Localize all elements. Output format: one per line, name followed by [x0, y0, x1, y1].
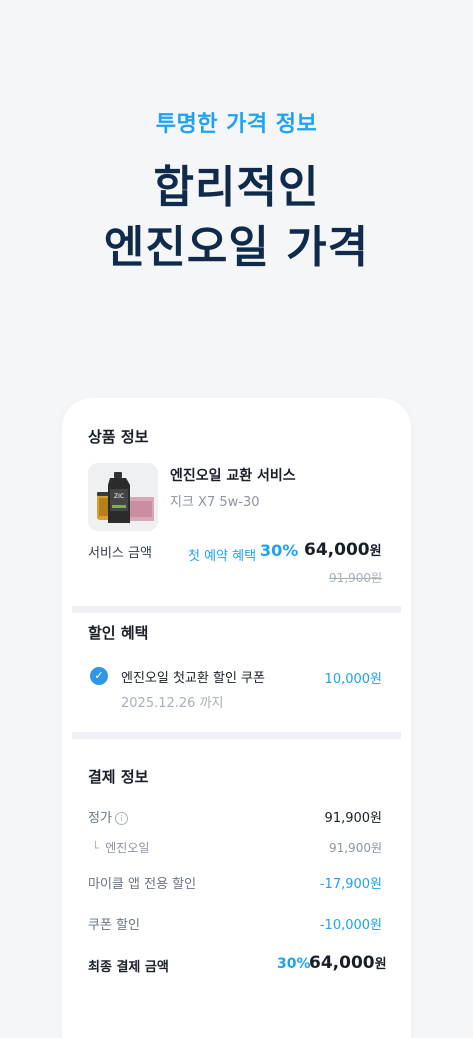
original-price: 91,900원 — [328, 571, 382, 585]
app-discount-value: -17,900원 — [319, 877, 382, 892]
engine-oil-sub-label: └ 엔진오일 — [92, 839, 149, 856]
info-icon[interactable]: i — [114, 812, 128, 825]
coupon-name: 엔진오일 첫교환 할인 쿠폰 — [121, 671, 265, 686]
engine-oil-sub-value: 91,900원 — [328, 841, 382, 855]
engine-oil-product-icon: ZIC — [88, 463, 158, 531]
final-price: 64,000원 — [309, 953, 387, 973]
final-price-label: 최종 결제 금액 — [88, 960, 169, 975]
final-discount-percent: 30% — [277, 956, 311, 972]
service-price-label: 서비스 금액 — [88, 546, 152, 561]
payment-section-title: 결제 정보 — [88, 768, 149, 786]
section-divider — [72, 732, 401, 739]
product-image: ZIC — [88, 463, 158, 531]
final-price-value: 64,000 — [309, 953, 375, 973]
coupon-valid-until: 2025.12.26 까지 — [121, 696, 224, 711]
list-price-value: 91,900원 — [324, 811, 382, 826]
first-booking-benefit: 첫 예약 혜택 — [188, 549, 257, 564]
product-name: 엔진오일 교환 서비스 — [170, 468, 296, 484]
product-section-title: 상품 정보 — [88, 428, 149, 446]
service-price-value: 64,000 — [304, 540, 370, 560]
engine-oil-label-text: 엔진오일 — [105, 841, 150, 855]
app-discount-label: 마이클 앱 전용 할인 — [88, 877, 197, 892]
coupon-discount-label: 쿠폰 할인 — [88, 918, 140, 933]
svg-text:ZIC: ZIC — [114, 493, 124, 500]
discount-percent: 30% — [260, 541, 299, 560]
product-spec: 지크 X7 5w-30 — [170, 495, 260, 510]
discount-section-title: 할인 혜택 — [88, 624, 149, 642]
section-divider — [72, 606, 401, 613]
hero-title-line1: 합리적인 — [153, 162, 320, 213]
final-price-unit: 원 — [374, 957, 387, 972]
hero-subtitle: 투명한 가격 정보 — [155, 112, 318, 137]
coupon-amount: 10,000원 — [324, 672, 382, 687]
price-card: 상품 정보 ZIC 엔진오일 교환 서비스 지크 X7 5w-30 서비스 금액… — [62, 398, 411, 1038]
coupon-checkbox[interactable]: ✓ — [90, 667, 108, 685]
sub-item-corner-icon: └ — [92, 841, 100, 855]
list-price-label: 정가 i — [88, 807, 128, 826]
hero-title-line2: 엔진오일 가격 — [103, 222, 370, 273]
service-price-unit: 원 — [369, 544, 382, 559]
list-price-label-text: 정가 — [88, 811, 112, 826]
service-price: 64,000원 — [304, 540, 382, 560]
hero-title: 합리적인 엔진오일 가격 — [0, 158, 473, 278]
coupon-discount-value: -10,000원 — [319, 918, 382, 933]
